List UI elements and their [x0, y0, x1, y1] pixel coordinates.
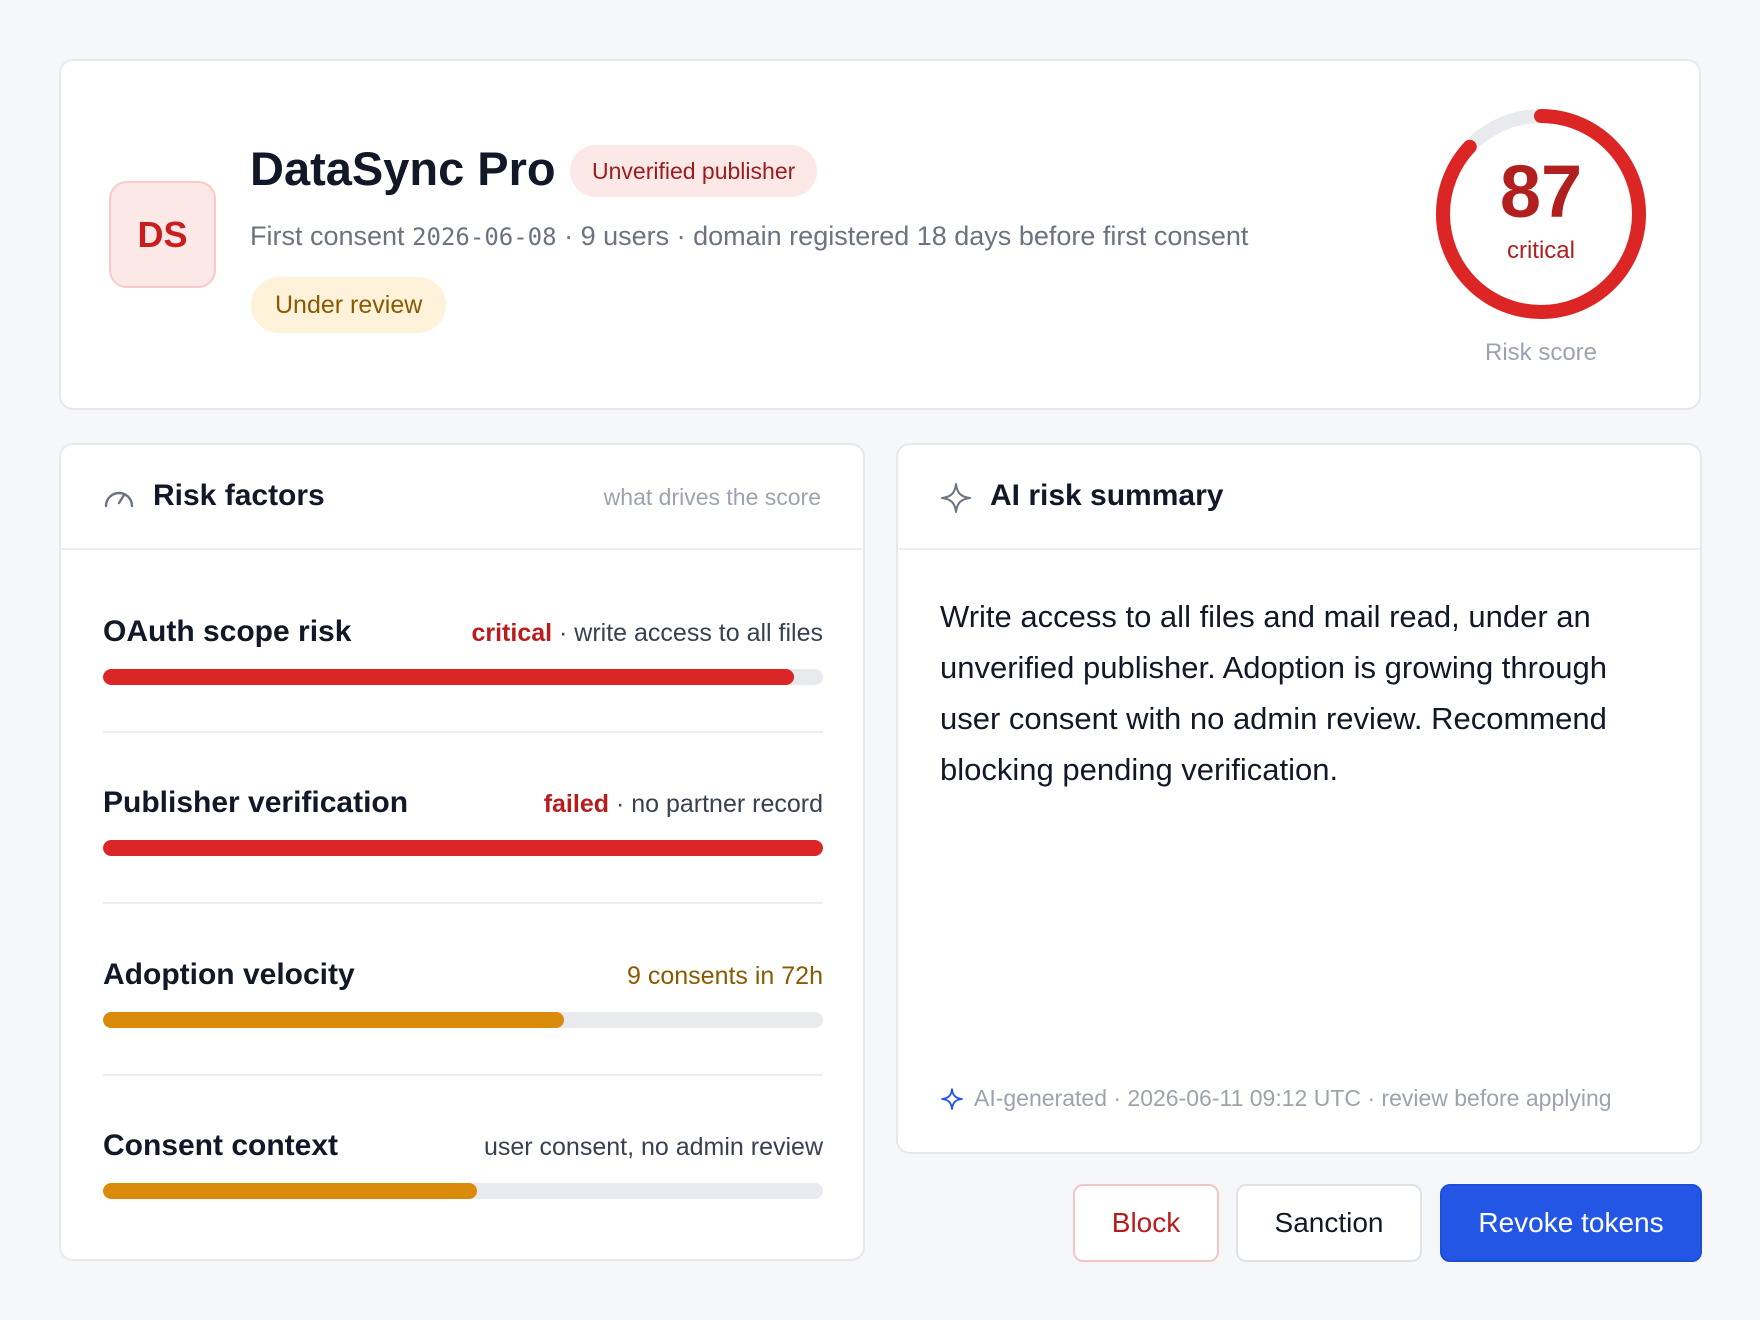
app-meta: First consent 2026-06-08 · 9 users · dom…: [250, 221, 1248, 252]
factor-detail: critical · write access to all files: [471, 619, 823, 648]
factor-bar-fill: [103, 1183, 478, 1199]
factor-severity: failed: [543, 790, 609, 818]
factor-severity: 9 consents in 72h: [627, 962, 823, 990]
factor-consent-context: Consent context · user consent, no admin…: [103, 1129, 823, 1279]
factor-oauth-scope: OAuth scope risk critical · write access…: [103, 615, 823, 765]
factor-bar-fill: [103, 669, 795, 685]
sparkle-icon: [941, 483, 971, 513]
factor-bar-fill: [103, 1012, 564, 1028]
factor-severity: critical: [471, 619, 553, 647]
ai-summary-body: Write access to all files and mail read,…: [940, 599, 1607, 787]
factor-detail: 9 consents in 72h ·: [627, 962, 823, 991]
risk-factors-hint: what drives the score: [603, 484, 821, 510]
app-header-card: DS DataSync Pro Unverified publisher Fir…: [59, 59, 1701, 410]
status-badge: Under review: [251, 277, 447, 333]
divider: [103, 1074, 823, 1076]
users-count: 9 users: [580, 221, 670, 251]
factor-detail-text: no partner record: [631, 790, 823, 818]
risk-level: critical: [1506, 237, 1575, 264]
ai-summary-title: AI risk summary: [990, 479, 1224, 512]
risk-score-caption: Risk score: [1484, 339, 1598, 366]
factor-name: Publisher verification: [103, 786, 409, 819]
block-button[interactable]: Block: [1073, 1184, 1219, 1262]
factor-bar-track: [103, 1012, 823, 1028]
factor-bar-track: [103, 669, 823, 685]
sanction-button[interactable]: Sanction: [1236, 1184, 1422, 1262]
factor-detail: failed · no partner record: [544, 790, 823, 819]
factor-publisher-verification: Publisher verification failed · no partn…: [103, 786, 823, 936]
ai-summary-card: AI risk summary Write access to all file…: [896, 443, 1702, 1154]
domain-note: domain registered 18 days before first c…: [693, 221, 1249, 251]
factor-detail-text: user consent, no admin review: [483, 1133, 823, 1161]
factor-detail-text: write access to all files: [574, 619, 823, 647]
risk-factors-card: Risk factors what drives the score OAuth…: [59, 443, 865, 1261]
risk-factors-header: Risk factors what drives the score: [61, 445, 863, 550]
divider: [103, 902, 823, 904]
factor-name: Consent context: [103, 1129, 339, 1162]
ai-summary-header: AI risk summary: [898, 445, 1700, 550]
risk-score-value: 87: [1499, 150, 1583, 233]
app-name: DataSync Pro: [250, 142, 556, 195]
factor-name: Adoption velocity: [103, 958, 355, 991]
factor-bar-track: [103, 840, 823, 856]
factor-separator: ·: [609, 790, 632, 818]
divider: [103, 731, 823, 733]
app-avatar: DS: [109, 181, 216, 288]
factor-separator: ·: [552, 619, 575, 647]
revoke-tokens-button[interactable]: Revoke tokens: [1440, 1184, 1702, 1262]
factor-adoption-velocity: Adoption velocity 9 consents in 72h ·: [103, 958, 823, 1108]
sparkle-icon: [941, 1088, 963, 1110]
factor-name: OAuth scope risk: [103, 615, 352, 648]
factor-detail: · user consent, no admin review: [484, 1133, 823, 1162]
first-consent-label: First consent: [250, 221, 405, 251]
risk-factors-title: Risk factors: [153, 479, 325, 512]
factor-bar-track: [103, 1183, 823, 1199]
publisher-badge: Unverified publisher: [570, 145, 818, 197]
meta-separator: ·: [556, 221, 581, 251]
gauge-icon: [104, 491, 134, 508]
ai-summary-footer-text: AI-generated · 2026-06-11 09:12 UTC · re…: [974, 1085, 1612, 1111]
ai-summary-footer: AI-generated · 2026-06-11 09:12 UTC · re…: [940, 1085, 1612, 1112]
first-consent-date: 2026-06-08: [412, 223, 557, 251]
meta-separator: ·: [669, 221, 694, 251]
factor-bar-fill: [103, 840, 823, 856]
